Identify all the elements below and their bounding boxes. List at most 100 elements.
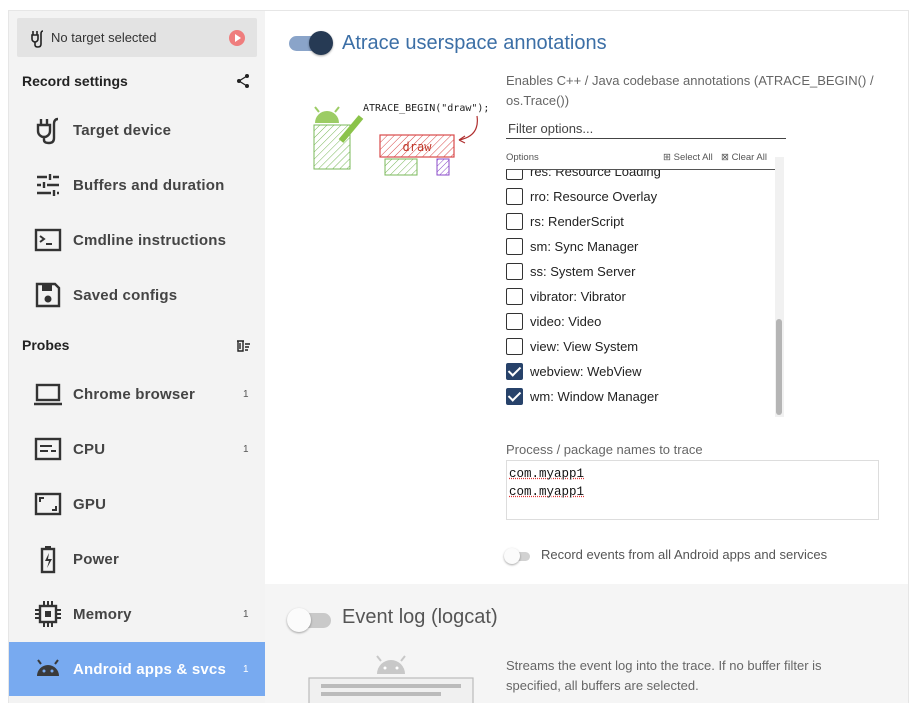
option-label: ss: System Server xyxy=(530,264,636,279)
cpu-list-icon xyxy=(34,437,62,461)
select-all-label: Select All xyxy=(673,152,713,163)
atrace-option-row[interactable]: webview: WebView xyxy=(506,359,766,384)
process-line: com.myapp1 xyxy=(509,485,585,499)
record-settings-heading: Record settings xyxy=(22,73,128,89)
all-apps-toggle[interactable] xyxy=(504,547,532,565)
sidebar-item-label: Android apps & svcs xyxy=(73,660,227,678)
clear-all-label: Clear All xyxy=(731,152,767,163)
terminal-icon xyxy=(34,228,62,252)
toggle-knob xyxy=(504,548,520,564)
sidebar-item-memory[interactable]: Memory 1 xyxy=(9,587,265,641)
probe-count-badge: 1 xyxy=(243,388,249,400)
clear-all-button[interactable]: ⊠ Clear All xyxy=(721,152,767,163)
atrace-option-row[interactable]: wm: Window Manager xyxy=(506,384,766,409)
atrace-option-row[interactable]: ss: System Server xyxy=(506,259,766,284)
target-label: No target selected xyxy=(51,30,157,45)
start-recording-icon[interactable] xyxy=(229,30,245,46)
option-checkbox[interactable] xyxy=(506,263,523,280)
process-names-label: Process / package names to trace xyxy=(506,442,703,457)
atrace-toggle[interactable] xyxy=(287,31,333,55)
atrace-title: Atrace userspace annotations xyxy=(342,32,607,54)
tune-sliders-icon xyxy=(37,174,59,196)
app-frame: No target selected Record settings Targe… xyxy=(8,10,909,703)
option-label: res: Resource Loading xyxy=(530,170,661,179)
atrace-option-row[interactable]: rs: RenderScript xyxy=(506,209,766,234)
option-checkbox[interactable] xyxy=(506,363,523,380)
option-label: vibrator: Vibrator xyxy=(530,289,626,304)
sidebar-item-cmdline[interactable]: Cmdline instructions xyxy=(9,213,265,267)
floppy-save-icon xyxy=(35,282,61,308)
android-icon xyxy=(37,659,59,676)
illustration-code-text: ATRACE_BEGIN("draw"); xyxy=(363,103,489,114)
options-header: Options ⊞ Select All ⊠ Clear All xyxy=(506,150,784,170)
process-names-textarea[interactable]: com.myapp1 com.myapp1 xyxy=(506,460,879,520)
select-all-button[interactable]: ⊞ Select All xyxy=(663,152,713,163)
logcat-section: Event log (logcat) Streams the event log… xyxy=(265,584,908,703)
usb-plug-icon xyxy=(31,29,44,48)
sidebar-item-label: Memory xyxy=(73,605,132,623)
sidebar-item-label: CPU xyxy=(73,440,106,458)
logcat-description: Streams the event log into the trace. If… xyxy=(506,658,822,693)
atrace-option-row[interactable]: sm: Sync Manager xyxy=(506,234,766,259)
atrace-option-row[interactable]: video: Video xyxy=(506,309,766,334)
sidebar-item-gpu[interactable]: GPU xyxy=(9,477,265,531)
atrace-description: Enables C++ / Java codebase annotations … xyxy=(506,73,874,108)
sidebar-item-chrome-browser[interactable]: Chrome browser 1 xyxy=(9,367,265,421)
sidebar-item-power[interactable]: Power xyxy=(9,532,265,586)
filter-options-input[interactable]: Filter options... xyxy=(506,119,786,139)
sidebar-item-target-device[interactable]: Target device xyxy=(9,103,265,157)
option-label: rro: Resource Overlay xyxy=(530,189,658,204)
logcat-toggle[interactable] xyxy=(287,608,333,632)
atrace-illustration: ATRACE_BEGIN("draw"); draw xyxy=(313,103,489,176)
probe-count-badge: 1 xyxy=(243,663,249,675)
scrollbar-thumb[interactable] xyxy=(776,319,782,415)
logcat-illustration xyxy=(308,655,474,703)
atrace-option-row[interactable]: view: View System xyxy=(506,334,766,359)
sidebar-item-buffers[interactable]: Buffers and duration xyxy=(9,158,265,212)
probe-count-badge: 1 xyxy=(243,608,249,620)
main-panel: Atrace userspace annotations ATRACE_BEGI… xyxy=(265,11,908,703)
option-label: sm: Sync Manager xyxy=(530,239,639,254)
gpu-icon xyxy=(34,492,62,516)
illustration-box-text: draw xyxy=(403,140,433,154)
option-label: webview: WebView xyxy=(530,364,642,379)
sidebar: No target selected Record settings Targe… xyxy=(9,11,265,703)
sidebar-item-label: Cmdline instructions xyxy=(73,231,227,249)
target-selector[interactable]: No target selected xyxy=(17,18,257,57)
sidebar-item-saved-configs[interactable]: Saved configs xyxy=(9,268,265,322)
probes-heading: Probes xyxy=(22,337,70,353)
sidebar-item-cpu[interactable]: CPU 1 xyxy=(9,422,265,476)
logcat-title: Event log (logcat) xyxy=(342,606,498,628)
sidebar-item-label: GPU xyxy=(73,495,107,513)
option-checkbox[interactable] xyxy=(506,238,523,255)
atrace-option-row[interactable]: rro: Resource Overlay xyxy=(506,184,766,209)
battery-charging-icon xyxy=(40,546,56,574)
sidebar-item-label: Saved configs xyxy=(73,286,178,304)
sidebar-item-label: Target device xyxy=(73,121,172,139)
atrace-options-list: res: Resource Loading rro: Resource Overl… xyxy=(506,170,776,418)
option-label: wm: Window Manager xyxy=(530,389,659,404)
sidebar-item-label: Buffers and duration xyxy=(73,176,225,194)
usb-plug-icon xyxy=(36,117,59,145)
options-label: Options xyxy=(506,152,539,163)
process-line: com.myapp1 xyxy=(509,467,585,481)
sidebar-item-android-apps[interactable]: Android apps & svcs 1 xyxy=(9,642,265,696)
share-icon[interactable] xyxy=(235,73,251,89)
option-checkbox[interactable] xyxy=(506,338,523,355)
toggle-knob xyxy=(309,31,333,55)
option-checkbox[interactable] xyxy=(506,170,523,180)
option-label: view: View System xyxy=(530,339,639,354)
sidebar-item-label: Power xyxy=(73,550,120,568)
option-label: video: Video xyxy=(530,314,602,329)
option-checkbox[interactable] xyxy=(506,288,523,305)
clear-probes-icon[interactable] xyxy=(235,338,251,354)
toggle-knob xyxy=(287,608,311,632)
option-checkbox[interactable] xyxy=(506,313,523,330)
atrace-option-row[interactable]: vibrator: Vibrator xyxy=(506,284,766,309)
atrace-option-row[interactable]: res: Resource Loading xyxy=(506,170,766,184)
probe-count-badge: 1 xyxy=(243,443,249,455)
option-checkbox[interactable] xyxy=(506,213,523,230)
options-scrollbar[interactable] xyxy=(775,157,784,417)
option-checkbox[interactable] xyxy=(506,388,523,405)
option-checkbox[interactable] xyxy=(506,188,523,205)
